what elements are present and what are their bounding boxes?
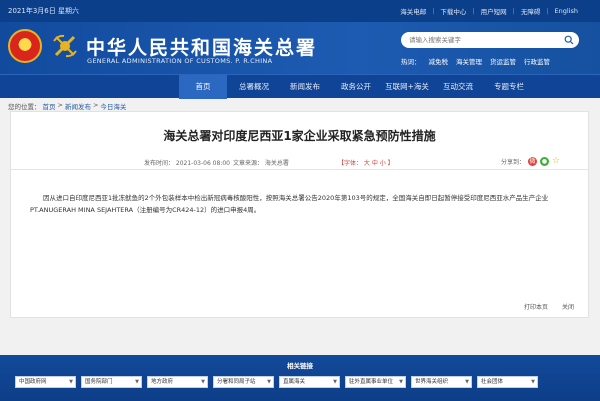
- chevron-down-icon: ▼: [465, 379, 469, 385]
- divider: |: [432, 7, 435, 15]
- related-links-selects: 中国政府网 ▼ 国务院部门 ▼ 地方政府 ▼ 分署和同局子站 ▼ 直属海关 ▼ 驻外直属事…: [15, 376, 538, 388]
- chevron-down-icon: ▼: [531, 379, 535, 385]
- nav-item-interaction[interactable]: 互动交流: [434, 75, 482, 99]
- breadcrumb-news[interactable]: 新闻发布: [65, 101, 91, 111]
- print-button[interactable]: 打印本页: [524, 302, 548, 311]
- search-input[interactable]: [409, 34, 559, 46]
- breadcrumb-separator: >: [57, 101, 63, 109]
- article-panel: 海关总署对印度尼西亚1家企业采取紧急预防性措施 发布时间： 2021-03-06…: [10, 111, 589, 318]
- chevron-down-icon: ▼: [399, 379, 403, 385]
- chevron-down-icon: ▼: [135, 379, 139, 385]
- site-header: ★ 中华人民共和国海关总署 GENERAL ADMINISTRATION OF …: [0, 22, 600, 74]
- share-bar: 分享到： 微 ● ☆: [501, 157, 560, 166]
- select-label: 驻外直属事业单位: [349, 379, 394, 385]
- chevron-down-icon: ▼: [267, 379, 271, 385]
- chevron-down-icon: ▼: [201, 379, 205, 385]
- breadcrumb-home[interactable]: 首页: [43, 101, 56, 111]
- top-link-user-login[interactable]: 用户短网: [481, 6, 507, 16]
- divider: |: [512, 7, 515, 15]
- breadcrumb-today[interactable]: 今日海关: [100, 101, 126, 111]
- link-select-social-groups[interactable]: 社会团体 ▼: [477, 376, 538, 388]
- site-title[interactable]: 中华人民共和国海关总署: [86, 33, 317, 60]
- divider: |: [472, 7, 475, 15]
- breadcrumb: 您的位置： 首页 > 新闻发布 > 今日海关: [8, 101, 126, 111]
- nav-item-internet-customs[interactable]: 互联网+海关: [383, 75, 431, 99]
- hot-word[interactable]: 行政监管: [524, 56, 550, 66]
- select-label: 直属海关: [283, 379, 306, 385]
- hot-word[interactable]: 海关管理: [456, 56, 482, 66]
- nav-item-government-affairs[interactable]: 政务公开: [332, 75, 380, 99]
- close-button[interactable]: 关闭: [562, 302, 574, 311]
- weibo-icon[interactable]: 微: [528, 157, 538, 166]
- top-link-email[interactable]: 海关电邮: [400, 6, 426, 16]
- national-emblem-icon: ★: [8, 29, 42, 63]
- nav-item-overview[interactable]: 总署概况: [230, 75, 278, 99]
- related-links-footer: 相关链接 中国政府网 ▼ 国务院部门 ▼ 地方政府 ▼ 分署和同局子站 ▼ 直属海关 ▼ …: [0, 355, 600, 401]
- select-label: 世界海关组织: [415, 379, 449, 385]
- wechat-icon[interactable]: ●: [540, 157, 550, 166]
- select-label: 中国政府网: [19, 379, 47, 385]
- favorite-star-icon[interactable]: ☆: [552, 157, 560, 166]
- link-select-branch-sites[interactable]: 分署和同局子站 ▼: [213, 376, 274, 388]
- font-size-switch[interactable]: 【字体： 大 中 小 】: [338, 158, 394, 167]
- chevron-down-icon: ▼: [333, 379, 337, 385]
- top-links: 海关电邮 | 下载中心 | 用户短网 | 无障碍 | English: [400, 6, 578, 16]
- divider: |: [546, 7, 549, 15]
- hot-words-label: 热词：: [401, 58, 421, 66]
- chevron-down-icon: ▼: [69, 379, 73, 385]
- top-link-download[interactable]: 下载中心: [440, 6, 466, 16]
- top-link-english[interactable]: English: [555, 7, 578, 15]
- select-label: 社会团体: [481, 379, 504, 385]
- breadcrumb-separator: >: [92, 101, 99, 109]
- hot-word[interactable]: 减免税: [429, 56, 449, 66]
- publish-time: 发布时间： 2021-03-06 08:00: [144, 160, 230, 167]
- article-meta: 发布时间： 2021-03-06 08:00 文章来源： 海关总署 【字体： 大…: [11, 156, 588, 170]
- link-select-overseas-units[interactable]: 驻外直属事业单位 ▼: [345, 376, 406, 388]
- select-label: 地方政府: [151, 379, 174, 385]
- link-select-wco[interactable]: 世界海关组织 ▼: [411, 376, 472, 388]
- select-label: 国务院部门: [85, 379, 113, 385]
- select-label: 分署和同局子站: [217, 379, 256, 385]
- share-label: 分享到：: [501, 159, 526, 166]
- nav-item-home[interactable]: 首页: [179, 75, 227, 99]
- current-date: 2021年3月6日 星期六: [8, 7, 79, 15]
- related-links-title: 相关链接: [287, 362, 313, 370]
- hot-word[interactable]: 货运监管: [490, 56, 516, 66]
- nav-item-news[interactable]: 新闻发布: [281, 75, 329, 99]
- search-box: [401, 32, 579, 48]
- link-select-local-government[interactable]: 地方政府 ▼: [147, 376, 208, 388]
- main-nav: 首页 总署概况 新闻发布 政务公开 互联网+海关 互动交流 专题专栏: [0, 74, 600, 99]
- search-icon[interactable]: [564, 35, 574, 45]
- article-body: 因从进口自印度尼西亚1批冻鱿鱼的2个外包装样本中检出新冠病毒核酸阳性，按照海关总…: [30, 194, 549, 214]
- article-title: 海关总署对印度尼西亚1家企业采取紧急预防性措施: [163, 129, 436, 143]
- link-select-state-council[interactable]: 国务院部门 ▼: [81, 376, 142, 388]
- site-subtitle: GENERAL ADMINISTRATION OF CUSTOMS. P. R.…: [87, 57, 273, 65]
- top-link-accessibility[interactable]: 无障碍: [521, 6, 541, 16]
- top-bar: 2021年3月6日 星期六 海关电邮 | 下载中心 | 用户短网 | 无障碍 |…: [0, 0, 600, 22]
- nav-item-special-topics[interactable]: 专题专栏: [485, 75, 533, 99]
- article-source: 文章来源： 海关总署: [233, 160, 289, 167]
- breadcrumb-prefix: 您的位置：: [8, 103, 41, 111]
- link-select-central-government[interactable]: 中国政府网 ▼: [15, 376, 76, 388]
- article-actions: 打印本页 关闭: [524, 302, 574, 311]
- hot-words: 热词： 减免税 海关管理 货运监管 行政监管: [401, 56, 550, 66]
- customs-logo-icon: [53, 34, 77, 58]
- link-select-direct-customs[interactable]: 直属海关 ▼: [279, 376, 340, 388]
